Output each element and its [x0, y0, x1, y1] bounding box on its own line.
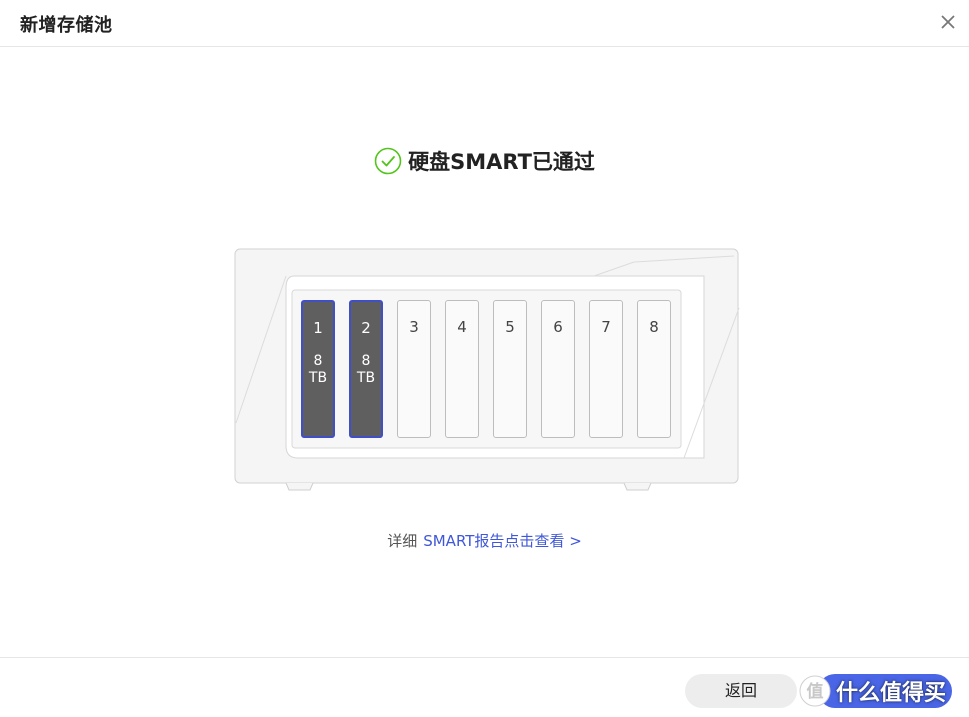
- smart-report-link[interactable]: SMART报告点击查看 >: [423, 532, 582, 550]
- report-prefix: 详细: [387, 532, 418, 550]
- drive-bay-2[interactable]: 2 8 TB: [349, 300, 383, 438]
- drive-bay-8[interactable]: 8: [637, 300, 671, 438]
- bay-number: 5: [505, 318, 515, 336]
- drive-bay-4[interactable]: 4: [445, 300, 479, 438]
- bay-number: 8: [649, 318, 659, 336]
- drive-bay-7[interactable]: 7: [589, 300, 623, 438]
- watermark-text: 什么值得买: [836, 681, 947, 706]
- check-circle-icon: [374, 147, 402, 175]
- bay-capacity: 8 TB: [356, 353, 376, 386]
- bay-number: 7: [601, 318, 611, 336]
- bay-number: 4: [457, 318, 467, 336]
- status-text: 硬盘SMART已通过: [408, 150, 595, 174]
- watermark-logo-icon: 值: [799, 675, 831, 707]
- svg-text:值: 值: [807, 681, 824, 702]
- bay-capacity: 8 TB: [308, 353, 328, 386]
- close-button[interactable]: [935, 9, 961, 35]
- drive-bay-3[interactable]: 3: [397, 300, 431, 438]
- bay-number: 3: [409, 318, 419, 336]
- bay-number: 6: [553, 318, 563, 336]
- close-icon: [941, 15, 955, 29]
- watermark: 值 什么值得买: [798, 672, 946, 710]
- smart-status: 硬盘SMART已通过: [0, 146, 969, 180]
- bay-number: 1: [313, 319, 323, 337]
- drive-bay-1[interactable]: 1 8 TB: [301, 300, 335, 438]
- bay-number: 2: [361, 319, 371, 337]
- smart-report-row: 详细 SMART报告点击查看 >: [0, 530, 969, 551]
- dialog-header: 新增存储池: [0, 0, 969, 47]
- back-button[interactable]: 返回: [685, 674, 797, 708]
- drive-bay-6[interactable]: 6: [541, 300, 575, 438]
- drive-bay-5[interactable]: 5: [493, 300, 527, 438]
- dialog-title: 新增存储池: [20, 15, 113, 36]
